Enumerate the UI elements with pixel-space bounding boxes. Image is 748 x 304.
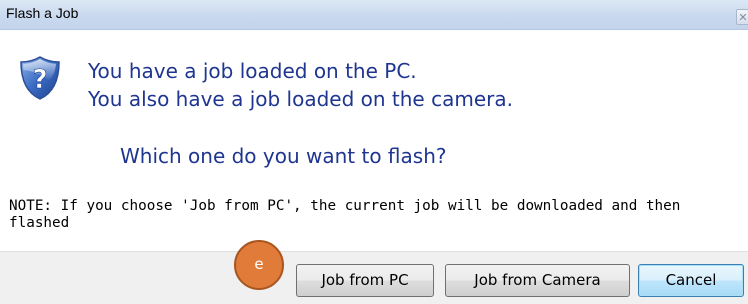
annotation-marker: e <box>234 240 284 290</box>
cancel-button[interactable]: Cancel <box>638 264 744 297</box>
message-line-2: You also have a job loaded on the camera… <box>88 87 513 111</box>
job-from-pc-button[interactable]: Job from PC <box>296 264 434 297</box>
flash-job-dialog: Flash a Job ✕ ? You have a job loaded on… <box>0 0 748 304</box>
question-text: Which one do you want to flash? <box>120 144 447 168</box>
job-from-camera-button[interactable]: Job from Camera <box>445 264 630 297</box>
title-bar: Flash a Job ✕ <box>0 0 748 30</box>
message-line-1: You have a job loaded on the PC. <box>88 59 417 83</box>
dialog-title: Flash a Job <box>6 5 79 21</box>
question-shield-icon: ? <box>20 56 60 100</box>
close-icon: ✕ <box>738 11 748 24</box>
svg-text:?: ? <box>32 65 47 95</box>
close-button[interactable]: ✕ <box>736 9 748 25</box>
note-text: NOTE: If you choose 'Job from PC', the c… <box>9 198 681 231</box>
